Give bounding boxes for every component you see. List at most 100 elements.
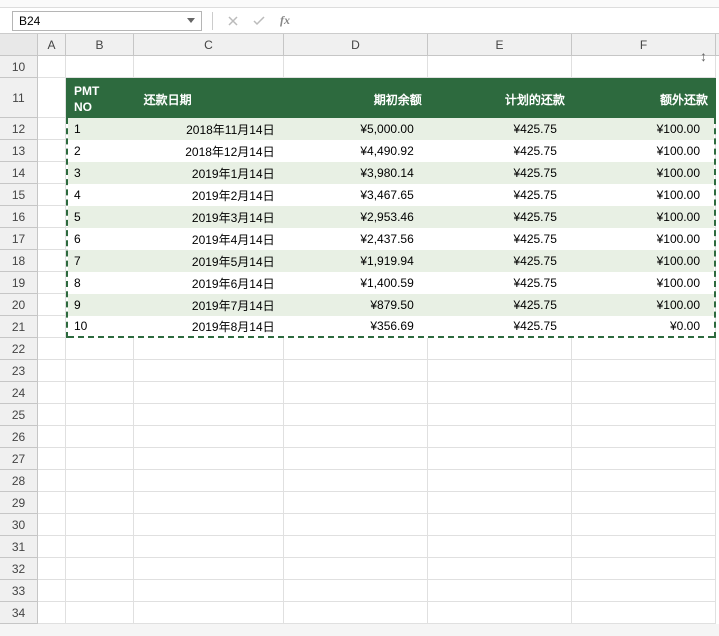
table-cell[interactable]: 2019年5月14日 (136, 253, 285, 270)
table-cell[interactable]: ¥1,919.94 (285, 254, 428, 268)
table-cell[interactable]: 2018年11月14日 (136, 121, 285, 138)
row-header[interactable]: 18 (0, 250, 38, 272)
cell[interactable] (572, 536, 716, 558)
table-cell[interactable]: ¥100.00 (571, 254, 714, 268)
cell[interactable] (38, 404, 66, 426)
cell[interactable] (134, 602, 284, 624)
cell[interactable] (66, 426, 134, 448)
cell[interactable] (66, 514, 134, 536)
row-header[interactable]: 11 (0, 78, 38, 118)
table-cell[interactable]: ¥1,400.59 (285, 276, 428, 290)
name-box[interactable]: B24 (12, 11, 202, 31)
row-header[interactable]: 10 (0, 56, 38, 78)
cell[interactable] (134, 338, 284, 360)
table-cell[interactable]: ¥100.00 (571, 298, 714, 312)
cell[interactable] (284, 56, 428, 78)
table-cell[interactable]: ¥100.00 (571, 166, 714, 180)
row-header[interactable]: 26 (0, 426, 38, 448)
cell[interactable] (38, 338, 66, 360)
table-row[interactable]: 102019年8月14日¥356.69¥425.75¥0.00 (68, 316, 714, 338)
cell[interactable] (572, 470, 716, 492)
table-row[interactable]: 92019年7月14日¥879.50¥425.75¥100.00 (68, 294, 714, 316)
table-row[interactable]: 22018年12月14日¥4,490.92¥425.75¥100.00 (68, 140, 714, 162)
cell[interactable] (572, 360, 716, 382)
table-cell[interactable]: ¥4,490.92 (285, 144, 428, 158)
cell[interactable] (134, 360, 284, 382)
cell[interactable] (428, 580, 572, 602)
cell[interactable] (428, 56, 572, 78)
table-header-cell[interactable]: 额外还款 (571, 89, 714, 110)
cell[interactable] (38, 228, 66, 250)
cell[interactable] (66, 580, 134, 602)
row-header[interactable]: 32 (0, 558, 38, 580)
row-header[interactable]: 14 (0, 162, 38, 184)
cell[interactable] (38, 360, 66, 382)
row-header[interactable]: 17 (0, 228, 38, 250)
table-cell[interactable]: 1 (68, 122, 136, 136)
select-all-corner[interactable] (0, 34, 38, 55)
row-header[interactable]: 31 (0, 536, 38, 558)
table-cell[interactable]: 2019年4月14日 (136, 231, 285, 248)
cell[interactable] (284, 448, 428, 470)
table-cell[interactable]: 7 (68, 254, 136, 268)
table-cell[interactable]: ¥100.00 (571, 232, 714, 246)
cell[interactable] (572, 382, 716, 404)
cell[interactable] (428, 448, 572, 470)
name-box-dropdown-icon[interactable] (187, 18, 195, 23)
cell[interactable] (38, 536, 66, 558)
cell[interactable] (38, 382, 66, 404)
cell[interactable] (66, 404, 134, 426)
table-cell[interactable]: 6 (68, 232, 136, 246)
cell[interactable] (284, 492, 428, 514)
table-cell[interactable]: ¥425.75 (428, 232, 571, 246)
table-cell[interactable]: ¥5,000.00 (285, 122, 428, 136)
table-cell[interactable]: 4 (68, 188, 136, 202)
cell[interactable] (38, 78, 66, 118)
cell[interactable] (38, 448, 66, 470)
row-header[interactable]: 24 (0, 382, 38, 404)
col-header[interactable]: F (572, 34, 716, 55)
table-cell[interactable]: 5 (68, 210, 136, 224)
cell[interactable] (66, 56, 134, 78)
cell[interactable] (134, 536, 284, 558)
col-header[interactable]: E (428, 34, 572, 55)
cell[interactable] (134, 514, 284, 536)
cell[interactable] (572, 338, 716, 360)
cell[interactable] (38, 140, 66, 162)
row-header[interactable]: 15 (0, 184, 38, 206)
cell[interactable] (428, 602, 572, 624)
cell[interactable] (284, 404, 428, 426)
row-header[interactable]: 29 (0, 492, 38, 514)
cell[interactable] (428, 426, 572, 448)
table-cell[interactable]: 2019年1月14日 (136, 165, 285, 182)
cell[interactable] (428, 404, 572, 426)
cell[interactable] (428, 492, 572, 514)
cell[interactable] (134, 580, 284, 602)
cell[interactable] (284, 514, 428, 536)
cell[interactable] (572, 514, 716, 536)
cell[interactable] (572, 426, 716, 448)
table-header-cell[interactable]: 计划的还款 (428, 89, 571, 110)
cell[interactable] (572, 448, 716, 470)
table-header-cell[interactable]: PMT NO (68, 81, 136, 117)
cell[interactable] (66, 360, 134, 382)
table-header-cell[interactable]: 期初余额 (285, 89, 428, 110)
table-cell[interactable]: 9 (68, 298, 136, 312)
cell[interactable] (134, 558, 284, 580)
row-header[interactable]: 23 (0, 360, 38, 382)
col-header[interactable]: B (66, 34, 134, 55)
table-cell[interactable]: 2019年6月14日 (136, 275, 285, 292)
cell[interactable] (428, 558, 572, 580)
table-cell[interactable]: ¥2,953.46 (285, 210, 428, 224)
table-row[interactable]: 62019年4月14日¥2,437.56¥425.75¥100.00 (68, 228, 714, 250)
cell[interactable] (38, 56, 66, 78)
cell[interactable] (284, 470, 428, 492)
cell[interactable] (38, 470, 66, 492)
cell[interactable] (134, 448, 284, 470)
table-cell[interactable]: 2019年8月14日 (136, 318, 285, 335)
cell[interactable] (134, 426, 284, 448)
cell[interactable] (38, 162, 66, 184)
cell[interactable] (572, 492, 716, 514)
row-header[interactable]: 12 (0, 118, 38, 140)
row-header[interactable]: 22 (0, 338, 38, 360)
